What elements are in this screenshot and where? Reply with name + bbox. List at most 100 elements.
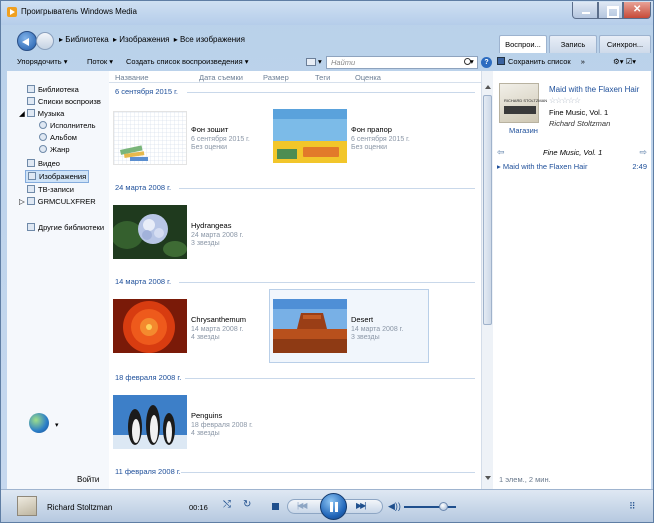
- minimize-button[interactable]: [572, 2, 598, 19]
- playlist-navigation: ⇦ Fine Music, Vol. 1 ⇨: [493, 145, 651, 159]
- list-status: 1 элем., 2 мин.: [499, 475, 551, 484]
- picture-rating[interactable]: 4 звезды: [191, 333, 220, 342]
- genre-icon: [39, 145, 47, 153]
- list-options-icons[interactable]: ⚙▾ ☑▾: [613, 57, 636, 66]
- sign-in-link[interactable]: Войти: [77, 475, 99, 484]
- search-input[interactable]: Найти: [326, 56, 478, 69]
- sidebar-item-videos[interactable]: Видео: [27, 159, 60, 168]
- thumbnail-hydrangeas[interactable]: [113, 205, 187, 259]
- tab-sync[interactable]: Синхрон...: [599, 35, 651, 53]
- thumbnail-penguins[interactable]: [113, 395, 187, 449]
- expand-icon[interactable]: ◢: [19, 109, 25, 118]
- library-scrollbar[interactable]: [481, 71, 493, 489]
- breadcrumb-library[interactable]: ▸ Библиотека: [59, 35, 109, 44]
- toolbar: Упорядочить ▾ Поток ▾ Создать список вос…: [1, 53, 653, 71]
- online-stores-arrow[interactable]: ▾: [55, 421, 59, 429]
- artist-icon: [39, 121, 47, 129]
- help-icon[interactable]: ?: [481, 57, 492, 68]
- thumbnail-notebook[interactable]: [113, 111, 187, 165]
- picture-title: Фон прапор: [351, 125, 392, 134]
- close-button[interactable]: [623, 2, 651, 19]
- next-list-icon[interactable]: ⇨: [639, 147, 647, 158]
- title-bar: Проигрыватель Windows Media: [1, 1, 653, 25]
- sidebar-item-album[interactable]: Альбом: [39, 133, 77, 142]
- sidebar-item-genre[interactable]: Жанр: [39, 145, 70, 154]
- picture-rating[interactable]: Без оценки: [351, 143, 387, 152]
- next-button[interactable]: ▶▶|: [356, 501, 366, 510]
- column-tags[interactable]: Теги: [315, 73, 330, 82]
- media-player-window: Проигрыватель Windows Media ▸ Библиотека…: [0, 0, 654, 523]
- scrollbar-thumb[interactable]: [483, 95, 492, 325]
- now-playing-artist: Richard Stoltzman: [549, 119, 611, 128]
- thumbnail-flag[interactable]: [273, 109, 347, 163]
- tab-burn[interactable]: Запись: [549, 35, 597, 53]
- stream-menu[interactable]: Поток ▾: [87, 57, 113, 66]
- more-options-icon[interactable]: »: [581, 57, 585, 66]
- player-album-art[interactable]: [17, 496, 37, 516]
- repeat-icon[interactable]: ↻: [243, 499, 251, 510]
- album-art[interactable]: RICHARD STOLTZMAN: [499, 83, 547, 123]
- scroll-down-icon[interactable]: [485, 476, 491, 480]
- search-options-arrow[interactable]: ▾: [470, 57, 474, 66]
- previous-button[interactable]: |◀◀: [297, 501, 307, 510]
- sidebar-item-playlists[interactable]: Списки воспроизв: [27, 97, 101, 106]
- expand-icon[interactable]: ▷: [19, 197, 25, 206]
- maximize-button[interactable]: [598, 2, 623, 19]
- tab-play[interactable]: Воспрои...: [499, 35, 547, 53]
- group-header: 11 февраля 2008 г.: [115, 467, 181, 476]
- online-stores-globe-icon[interactable]: [29, 413, 49, 433]
- sidebar-item-library[interactable]: Библиотека: [27, 85, 79, 94]
- album-art-caption: RICHARD STOLTZMAN: [504, 98, 548, 103]
- group-header: 18 февраля 2008 г.: [115, 373, 182, 382]
- player-controls: Richard Stoltzman 00:16 ⤭ ↻ |◀◀ ▶▶| ◀)) …: [1, 489, 653, 522]
- navigation-pane: Библиотека Списки воспроизв ◢ Музыка Испо…: [7, 71, 109, 489]
- volume-slider-thumb[interactable]: [439, 502, 448, 511]
- picture-rating[interactable]: 3 звезды: [351, 333, 380, 342]
- now-playing-rating[interactable]: ☆☆☆☆☆: [549, 96, 581, 105]
- stop-button[interactable]: [272, 503, 279, 510]
- previous-list-icon[interactable]: ⇦: [497, 147, 505, 158]
- sidebar-item-device[interactable]: ▷ GRMCULXFRER: [19, 197, 96, 206]
- now-playing-title[interactable]: Maid with the Flaxen Hair: [549, 85, 639, 94]
- picture-rating[interactable]: Без оценки: [191, 143, 227, 152]
- picture-rating[interactable]: 3 звезды: [191, 239, 220, 248]
- volume-slider[interactable]: [404, 502, 456, 511]
- breadcrumb-pictures[interactable]: ▸ Изображения: [113, 35, 170, 44]
- shuffle-icon[interactable]: ⤭: [223, 499, 231, 510]
- save-list-label: Сохранить список: [508, 57, 571, 66]
- thumbnail-chrysanthemum[interactable]: [113, 299, 187, 353]
- view-options-icon[interactable]: [306, 58, 316, 66]
- column-title[interactable]: Название: [115, 73, 149, 82]
- column-size[interactable]: Размер: [263, 73, 289, 82]
- thumbnail-desert[interactable]: [273, 299, 347, 353]
- playlist-title: Fine Music, Vol. 1: [543, 148, 603, 157]
- sidebar-item-artist[interactable]: Исполнитель: [39, 121, 95, 130]
- back-button[interactable]: [17, 31, 37, 51]
- create-playlist-menu[interactable]: Создать список воспроизведения ▾: [126, 57, 249, 66]
- sidebar-item-tv[interactable]: ТВ-записи: [27, 185, 74, 194]
- breadcrumb-all-pictures[interactable]: ▸ Все изображения: [174, 35, 245, 44]
- group-header: 14 марта 2008 г.: [115, 277, 172, 286]
- store-link[interactable]: Магазин: [509, 126, 538, 135]
- player-artist: Richard Stoltzman: [47, 503, 113, 512]
- scroll-up-icon[interactable]: [485, 85, 491, 89]
- forward-button[interactable]: [36, 32, 54, 50]
- playlist-item[interactable]: ▸ Maid with the Flaxen Hair 2:49: [497, 162, 647, 171]
- sidebar-item-music[interactable]: ◢ Музыка: [19, 109, 64, 118]
- column-date-taken[interactable]: Дата съемки: [199, 73, 243, 82]
- library-icon: [27, 85, 35, 93]
- navigation-bar: ▸ Библиотека ▸ Изображения ▸ Все изображ…: [1, 25, 653, 53]
- view-options-arrow[interactable]: ▾: [318, 57, 322, 66]
- chrysanthemum-thumbnail-art: [113, 299, 187, 353]
- save-list-button[interactable]: Сохранить список »: [497, 57, 585, 66]
- picture-rating[interactable]: 4 звезды: [191, 429, 220, 438]
- mute-icon[interactable]: ◀)): [388, 501, 401, 512]
- switch-to-now-playing-icon[interactable]: ⠿: [629, 501, 636, 512]
- column-rating[interactable]: Оценка: [355, 73, 381, 82]
- organize-menu[interactable]: Упорядочить ▾: [17, 57, 67, 66]
- sidebar-item-other-libraries[interactable]: Другие библиотеки: [27, 223, 104, 232]
- library-content: Название Дата съемки Размер Теги Оценка …: [109, 71, 481, 489]
- penguins-thumbnail-art: [113, 395, 187, 449]
- pause-button[interactable]: [320, 493, 347, 520]
- sidebar-item-pictures[interactable]: Изображения: [25, 170, 90, 183]
